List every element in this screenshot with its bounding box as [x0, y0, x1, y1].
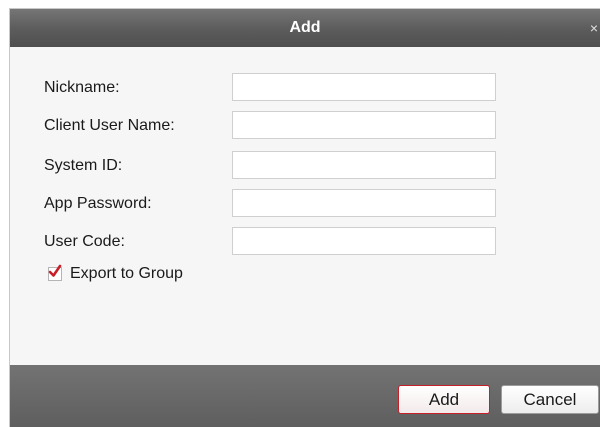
app-password-label: App Password: — [44, 195, 152, 212]
system-id-input[interactable] — [232, 151, 496, 179]
checkmark-icon — [48, 264, 62, 277]
app-password-input[interactable] — [232, 189, 496, 217]
client-user-name-row: Client User Name: — [10, 111, 600, 141]
app-password-row: App Password: — [10, 189, 600, 219]
user-code-row: User Code: — [10, 227, 600, 257]
dialog-footer: Add Cancel — [10, 365, 600, 427]
system-id-label: System ID: — [44, 157, 123, 174]
dialog-body: Nickname: Client User Name: System ID: A… — [10, 47, 600, 365]
system-id-row: System ID: — [10, 151, 600, 181]
export-to-group-checkbox[interactable] — [48, 264, 62, 281]
close-icon[interactable]: × — [590, 9, 598, 47]
user-code-label: User Code: — [44, 233, 125, 250]
nickname-input[interactable] — [232, 73, 496, 101]
nickname-row: Nickname: — [10, 73, 600, 103]
dialog-title: Add — [289, 19, 321, 36]
cancel-button[interactable]: Cancel — [501, 385, 599, 414]
nickname-label: Nickname: — [44, 79, 120, 96]
client-user-name-input[interactable] — [232, 111, 496, 139]
user-code-input[interactable] — [232, 227, 496, 255]
export-to-group-option[interactable]: Export to Group — [48, 263, 183, 285]
client-user-name-label: Client User Name: — [44, 117, 175, 134]
dialog-titlebar: Add × — [10, 9, 600, 47]
export-to-group-label: Export to Group — [70, 265, 183, 282]
add-button[interactable]: Add — [398, 385, 490, 414]
add-dialog: Add × Nickname: Client User Name: System… — [9, 8, 600, 427]
